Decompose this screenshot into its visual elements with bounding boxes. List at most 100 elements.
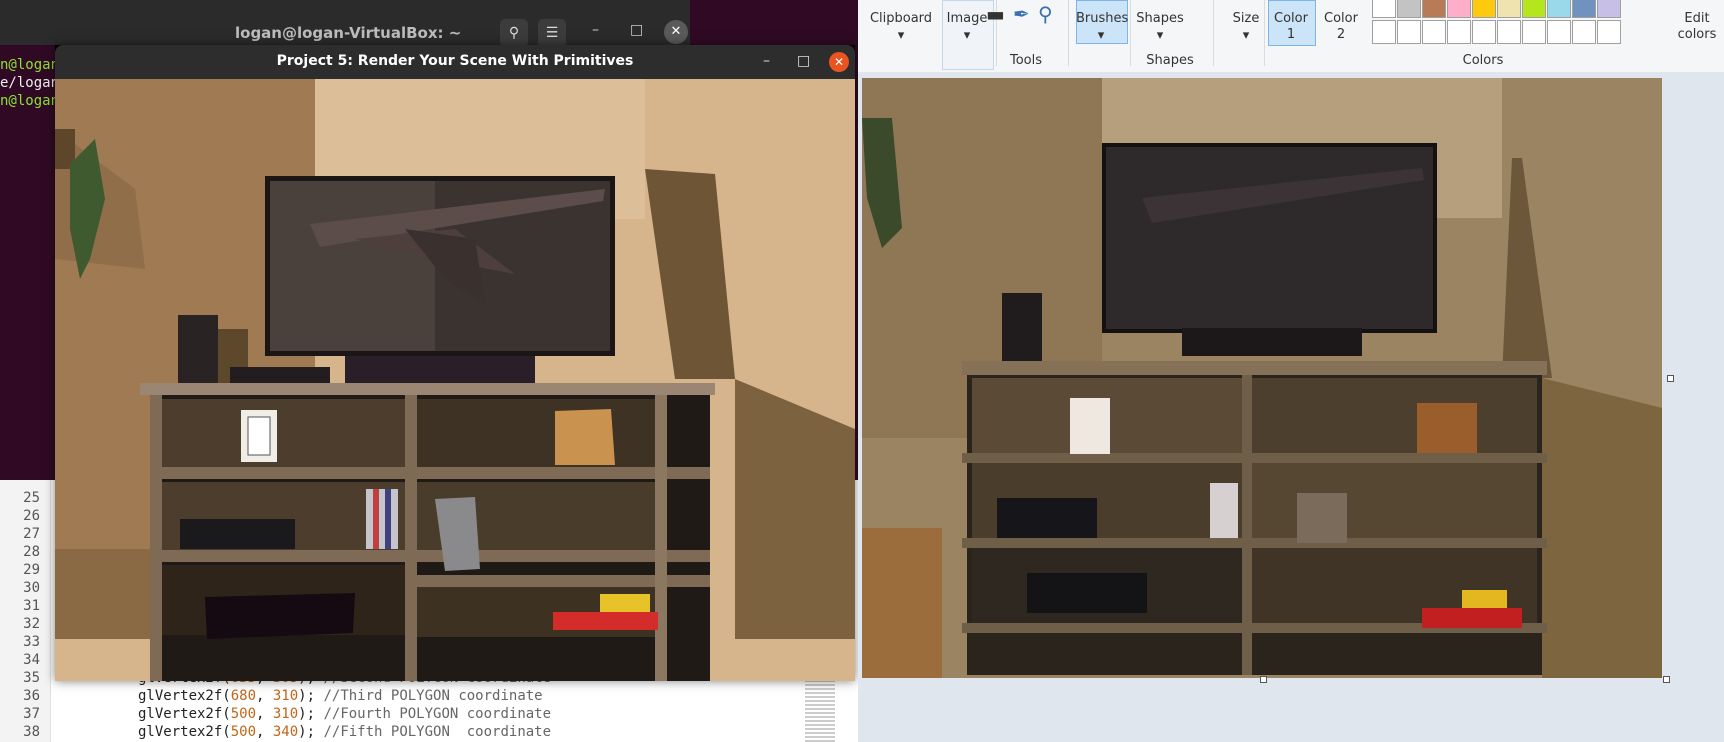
shapes-button[interactable]: Shapes [1130, 11, 1190, 26]
palette-swatch[interactable] [1497, 0, 1521, 18]
chevron-down-icon[interactable]: ▾ [862, 28, 940, 43]
scene-floor-left [55, 549, 165, 639]
palette-swatch[interactable] [1422, 0, 1446, 18]
terminal-title: logan@logan-VirtualBox: ~ [235, 24, 462, 42]
line-number-gutter: 25 26 27 28 29 30 31 32 33 34 35 36 37 3… [0, 480, 51, 742]
photo-wall-lower-right [1542, 378, 1662, 678]
code-number: 310 [272, 706, 299, 722]
reference-photo[interactable] [862, 78, 1662, 678]
brushes-label: Brushes [1076, 11, 1129, 26]
code-comment: //Third POLYGON coordinate [323, 688, 543, 704]
photo-game-yellow [1462, 590, 1507, 608]
chevron-down-icon[interactable]: ▾ [1130, 28, 1190, 43]
minimap[interactable] [805, 680, 835, 742]
code-comment: //Fifth POLYGON coordinate [323, 724, 552, 740]
resize-handle[interactable] [1260, 676, 1267, 683]
palette-swatch[interactable] [1522, 20, 1546, 44]
edit-colors-button[interactable]: Edit colors [1672, 11, 1722, 43]
maximize-icon[interactable]: □ [630, 22, 643, 38]
size-button[interactable]: Size [1216, 11, 1276, 26]
palette-swatch[interactable] [1572, 20, 1596, 44]
resize-handle[interactable] [1667, 375, 1674, 382]
palette-swatch[interactable] [1547, 20, 1571, 44]
code-line: glVertex2f(680, 310); //Third POLYGON co… [138, 688, 543, 704]
terminal-titlebar: logan@logan-VirtualBox: ~ ⚲ ☰ – □ ✕ [0, 0, 690, 47]
photo-books [1210, 483, 1238, 538]
line-number: 35 [23, 670, 40, 686]
project-title: Project 5: Render Your Scene With Primit… [276, 53, 634, 69]
palette-swatch[interactable] [1447, 0, 1471, 18]
code-sep: , [256, 724, 273, 740]
search-icon[interactable]: ⚲ [500, 19, 528, 47]
code-number: 500 [230, 724, 257, 740]
palette-swatch[interactable] [1447, 20, 1471, 44]
palette-swatch[interactable] [1372, 20, 1396, 44]
palette-swatch[interactable] [1497, 20, 1521, 44]
code-fn: glVertex2f( [138, 706, 231, 722]
photo-shelf-board [962, 538, 1547, 548]
scene-games [553, 612, 658, 630]
photo-shelf-board [962, 453, 1547, 463]
line-number: 25 [23, 490, 40, 506]
magnifier-icon[interactable]: ⚲ [1038, 2, 1053, 26]
palette-swatch[interactable] [1547, 0, 1571, 18]
close-icon[interactable]: ✕ [829, 52, 849, 72]
photo-tv-stand [1182, 328, 1362, 356]
scene-tv-stand [345, 356, 535, 386]
resize-handle[interactable] [1663, 676, 1670, 683]
line-number: 32 [23, 616, 40, 632]
line-number: 34 [23, 652, 40, 668]
code-close: ); [298, 724, 324, 740]
palette-swatch[interactable] [1397, 0, 1421, 18]
line-number: 30 [23, 580, 40, 596]
maximize-icon[interactable]: □ [797, 53, 810, 69]
line-number: 26 [23, 508, 40, 524]
line-number: 27 [23, 526, 40, 542]
color2-button[interactable]: Color 2 [1318, 11, 1364, 43]
minimize-icon[interactable]: – [763, 53, 770, 69]
palette-swatch[interactable] [1422, 20, 1446, 44]
minimize-icon[interactable]: – [592, 22, 599, 38]
scene-book-blue [385, 489, 391, 549]
ribbon-separator [1068, 0, 1069, 66]
palette-swatch[interactable] [1472, 0, 1496, 18]
chevron-down-icon[interactable]: ▾ [1216, 28, 1276, 43]
hamburger-menu-icon[interactable]: ☰ [538, 19, 566, 47]
color-picker-icon[interactable]: ✒ [1013, 2, 1030, 26]
chevron-down-icon[interactable]: ▾ [942, 28, 992, 43]
tools-group-label: Tools [1009, 53, 1043, 68]
photo-bluray [1027, 573, 1147, 613]
photo-games [1422, 608, 1522, 628]
terminal-line: n@logan [0, 93, 60, 109]
line-number: 29 [23, 562, 40, 578]
palette-swatch[interactable] [1472, 20, 1496, 44]
scene-shelf-side [655, 395, 667, 681]
photo-compartment [1252, 463, 1537, 543]
close-icon[interactable]: ✕ [664, 20, 688, 44]
ribbon-separator [1213, 0, 1214, 66]
terminal-line: n@logan [0, 57, 60, 73]
clipboard-button[interactable]: Clipboard [862, 11, 940, 26]
project-titlebar[interactable]: Project 5: Render Your Scene With Primit… [55, 45, 855, 79]
code-number: 310 [272, 688, 299, 704]
photo-wood-sign [1417, 403, 1477, 453]
colors-group-label: Colors [1462, 53, 1504, 68]
shapes-group-label: Shapes [1146, 53, 1194, 68]
palette-swatch[interactable] [1572, 0, 1596, 18]
palette-swatch[interactable] [1597, 0, 1621, 18]
palette-swatch[interactable] [1597, 20, 1621, 44]
code-number: 340 [272, 724, 299, 740]
palette-swatch[interactable] [1397, 20, 1421, 44]
photo-shelf-divider [1242, 375, 1252, 675]
code-comment: //Fourth POLYGON coordinate [323, 706, 552, 722]
code-close: ); [298, 688, 324, 704]
photo-xbox [997, 498, 1097, 538]
palette-swatch[interactable] [1522, 0, 1546, 18]
line-number: 31 [23, 598, 40, 614]
eraser-icon[interactable]: ▬ [986, 2, 1005, 26]
scene-bluray [205, 593, 355, 639]
scene-wood-sign [555, 409, 615, 465]
chevron-down-icon[interactable]: ▾ [1076, 28, 1126, 43]
scene-shelf-compartment [415, 399, 665, 471]
palette-swatch[interactable] [1372, 0, 1396, 18]
